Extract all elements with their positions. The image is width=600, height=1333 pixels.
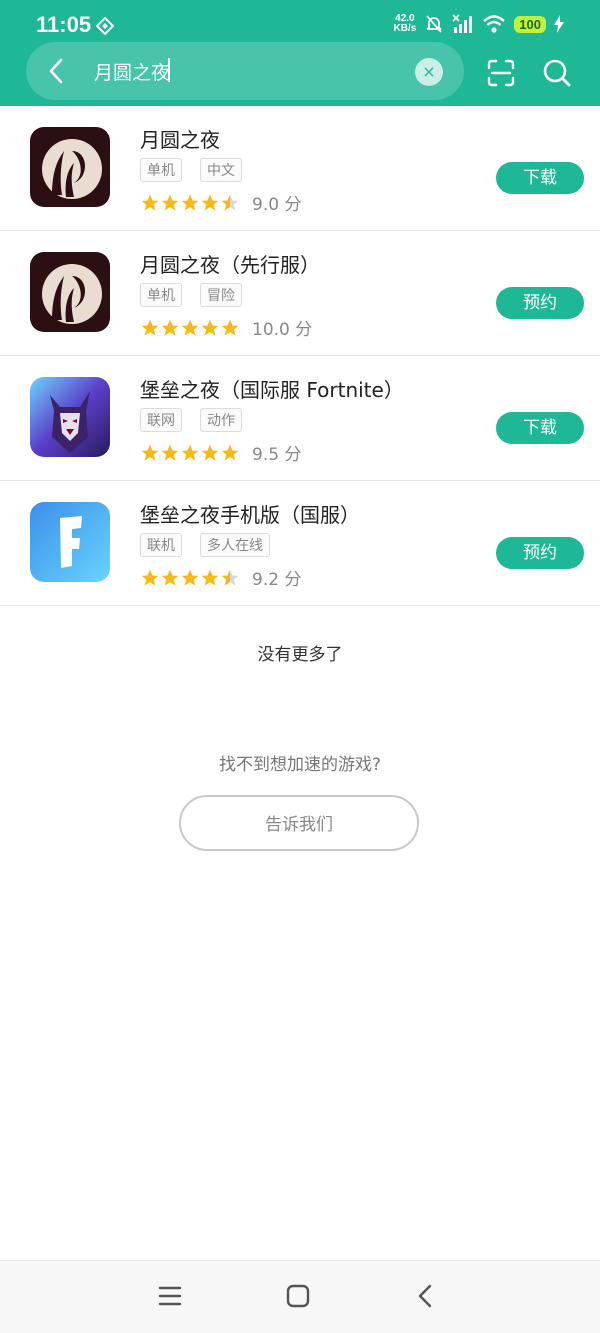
score: 10.0 分 [252, 320, 313, 340]
rating: 9.5 分 [140, 440, 301, 465]
star-icon [141, 319, 159, 335]
net-speed: 42.0 KB/s [393, 13, 417, 34]
game-tags: 联网 动作 [140, 408, 242, 432]
search-input[interactable]: 月圆之夜 [94, 58, 170, 85]
back-arrow-icon[interactable] [42, 56, 72, 86]
star-icon [181, 319, 199, 335]
moon-night-icon [30, 127, 110, 207]
score: 9.2 分 [252, 570, 302, 590]
star-icon [201, 319, 219, 335]
game-tag: 联网 [140, 408, 182, 432]
game-tags: 联机 多人在线 [140, 533, 270, 557]
search-icon[interactable] [542, 58, 572, 88]
game-tag: 动作 [200, 408, 242, 432]
menu-icon[interactable] [157, 1283, 183, 1309]
cant-find-label: 找不到想加速的游戏? [218, 755, 382, 775]
star-icon [161, 319, 179, 335]
system-nav-bar [0, 1260, 600, 1333]
game-title: 堡垒之夜（国际服 Fortnite） [140, 378, 404, 402]
game-list: 月圆之夜 单机 中文 9.0 分 下载 月圆之夜（先行服） 单机 冒险 10.0… [0, 106, 600, 606]
list-item[interactable]: 月圆之夜（先行服） 单机 冒险 10.0 分 预约 [0, 231, 600, 356]
status-bar: 11:05 42.0 KB/s 100 [0, 0, 600, 44]
game-title: 月圆之夜 [140, 128, 220, 152]
reserve-button[interactable]: 预约 [496, 537, 584, 569]
download-button[interactable]: 下载 [496, 412, 584, 444]
fortnite-character-icon [30, 377, 110, 457]
rating: 9.2 分 [140, 565, 301, 590]
star-icon [181, 194, 199, 210]
game-tag: 单机 [140, 283, 182, 307]
reserve-button[interactable]: 预约 [496, 287, 584, 319]
star-icon [181, 444, 199, 460]
clear-search-button[interactable]: × [415, 58, 443, 86]
scan-icon[interactable] [486, 58, 516, 88]
tell-us-button[interactable]: 告诉我们 [179, 795, 419, 851]
score: 9.0 分 [252, 195, 302, 215]
star-icon [161, 569, 179, 585]
star-icon [201, 194, 219, 210]
list-item[interactable]: 堡垒之夜手机版（国服） 联机 多人在线 9.2 分 预约 [0, 481, 600, 606]
game-tags: 单机 冒险 [140, 283, 242, 307]
close-icon: × [422, 62, 436, 81]
charging-icon [554, 15, 564, 33]
list-item[interactable]: 月圆之夜 单机 中文 9.0 分 下载 [0, 106, 600, 231]
app-notification-icon [96, 17, 114, 35]
battery-level: 100 [514, 15, 546, 33]
signal-icon [452, 14, 473, 33]
home-icon[interactable] [285, 1283, 311, 1309]
game-tag: 中文 [200, 158, 242, 182]
game-title: 堡垒之夜手机版（国服） [140, 503, 360, 527]
star-icon [221, 444, 239, 460]
game-tag: 冒险 [200, 283, 242, 307]
star-icon [141, 194, 159, 210]
star-icon [141, 569, 159, 585]
bell-muted-icon [426, 15, 442, 33]
status-time: 11:05 [36, 12, 92, 37]
game-tag: 单机 [140, 158, 182, 182]
no-more-label: 没有更多了 [257, 645, 343, 665]
star-icon [181, 569, 199, 585]
game-title: 月圆之夜（先行服） [140, 253, 320, 277]
moon-night-icon [30, 252, 110, 332]
game-tags: 单机 中文 [140, 158, 242, 182]
game-tag: 联机 [140, 533, 182, 557]
wifi-icon [483, 15, 506, 33]
rating: 10.0 分 [140, 315, 312, 340]
search-bar[interactable]: 月圆之夜 × [26, 42, 464, 100]
game-tag: 多人在线 [200, 533, 270, 557]
status-icons: 42.0 KB/s 100 [393, 12, 564, 36]
half-star-icon [221, 569, 239, 585]
text-caret [168, 58, 170, 82]
star-icon [201, 569, 219, 585]
back-icon[interactable] [413, 1283, 439, 1309]
score: 9.5 分 [252, 445, 302, 465]
download-button[interactable]: 下载 [496, 162, 584, 194]
star-icon [141, 444, 159, 460]
fortnite-f-icon [30, 502, 110, 582]
list-item[interactable]: 堡垒之夜（国际服 Fortnite） 联网 动作 9.5 分 下载 [0, 356, 600, 481]
half-star-icon [221, 194, 239, 210]
star-icon [161, 194, 179, 210]
star-icon [161, 444, 179, 460]
star-icon [201, 444, 219, 460]
app-header: 11:05 42.0 KB/s 100 月圆之夜 × [0, 0, 600, 106]
rating: 9.0 分 [140, 190, 301, 215]
star-icon [221, 319, 239, 335]
